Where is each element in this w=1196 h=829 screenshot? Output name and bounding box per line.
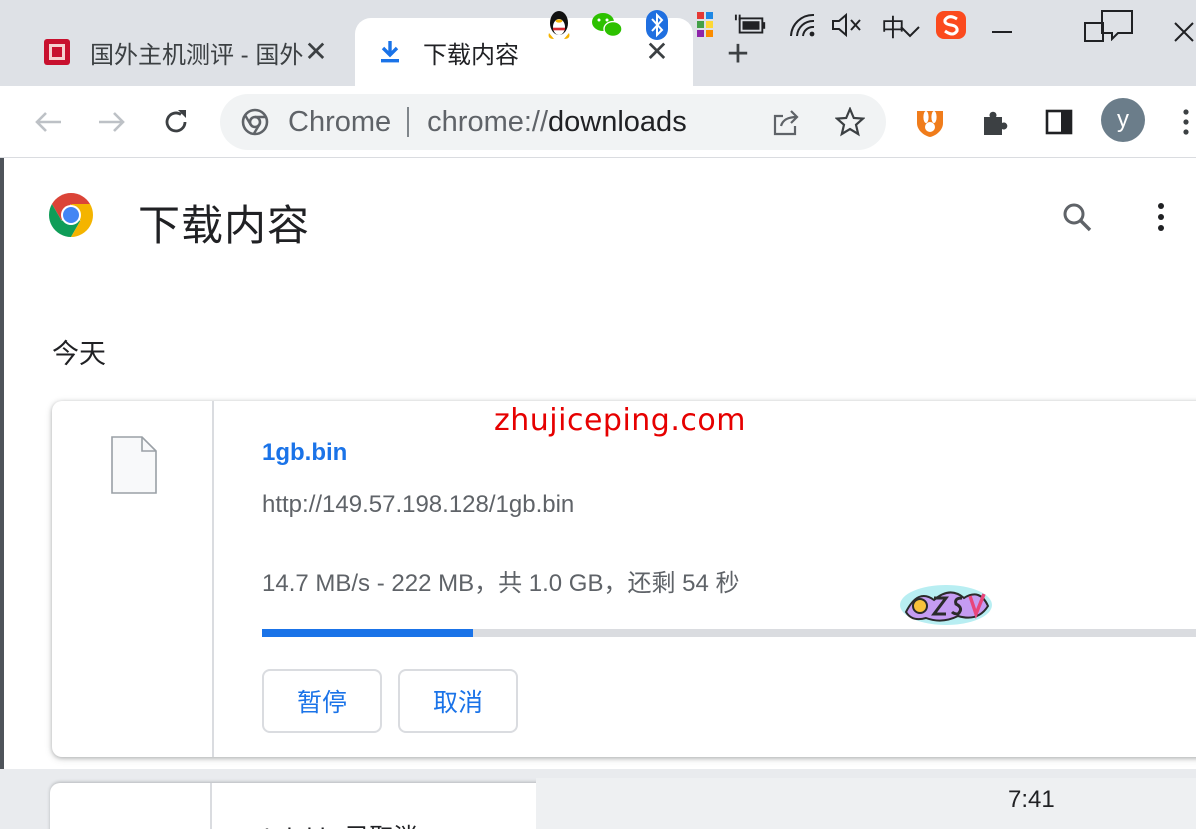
browser-toolbar: Chrome chrome://downloads <box>0 86 1196 158</box>
ime-indicator[interactable]: 中 <box>876 8 910 42</box>
address-bar[interactable]: Chrome chrome://downloads <box>220 94 886 150</box>
download-progress-fill <box>262 629 473 637</box>
url-scheme: chrome:// <box>427 105 549 138</box>
more-vertical-icon[interactable] <box>1146 196 1176 238</box>
share-icon[interactable] <box>770 106 802 138</box>
download-progress-bar <box>262 629 1196 637</box>
download-icon-column <box>52 401 214 757</box>
bluetooth-icon[interactable] <box>640 8 674 42</box>
profile-avatar[interactable]: y <box>1101 98 1145 142</box>
graffiti-sticker-icon <box>898 582 994 628</box>
chrome-logo-icon <box>48 192 94 238</box>
download-item-card: 1gb.bin http://149.57.198.128/1gb.bin 14… <box>52 401 1196 757</box>
back-arrow-icon[interactable] <box>28 102 68 142</box>
taskbar-clock: 7:41 <box>1008 786 1055 813</box>
downloads-page: 下载内容 今天 1gb.bin http://149.57.198.128/1g… <box>0 158 1196 769</box>
battery-plug-icon[interactable] <box>734 8 768 42</box>
page-title: 下载内容 <box>138 202 311 249</box>
sogou-input-icon[interactable] <box>934 8 968 42</box>
omnibox-chip-label: Chrome <box>288 105 392 138</box>
pause-button[interactable]: 暂停 <box>262 669 382 733</box>
close-icon[interactable]: ✕ <box>302 38 330 66</box>
url-host: downloads <box>548 105 687 138</box>
source-url-link[interactable]: http://149.57.198.128/1gb.bin <box>262 491 574 519</box>
date-heading: 今天 <box>52 339 106 369</box>
window-close-button[interactable] <box>1164 14 1196 50</box>
download-icon-column <box>50 783 212 829</box>
qq-penguin-icon[interactable] <box>542 8 576 42</box>
chrome-icon <box>240 107 270 137</box>
download-status: 14.7 MB/s - 222 MB，共 1.0 GB，还剩 54 秒 <box>262 570 740 597</box>
search-icon[interactable] <box>1056 196 1098 238</box>
file-name-link[interactable]: 1gb.bin <box>262 439 347 467</box>
watermark-text: zhujiceping.com <box>494 403 746 438</box>
tab-zhujiceping[interactable]: 国外主机测评 - 国外 ✕ <box>22 18 352 86</box>
cancel-button[interactable]: 取消 <box>398 669 518 733</box>
wechat-icon[interactable] <box>590 8 624 42</box>
file-icon <box>110 435 158 495</box>
rabbit-extension-icon[interactable] <box>910 102 950 142</box>
system-taskbar <box>536 778 1196 829</box>
minimize-button[interactable] <box>982 14 1022 50</box>
download-icon <box>375 37 405 67</box>
bookmark-star-icon[interactable] <box>834 106 866 138</box>
omnibox-divider <box>407 107 410 137</box>
wifi-icon[interactable] <box>786 8 820 42</box>
page-header: 下载内容 <box>4 158 1196 278</box>
speaker-muted-icon[interactable] <box>830 8 864 42</box>
close-icon[interactable]: ✕ <box>643 38 671 66</box>
extensions-puzzle-icon[interactable] <box>975 102 1015 142</box>
colorful-grid-icon[interactable] <box>688 8 722 42</box>
site-favicon-icon <box>42 37 72 67</box>
url-text[interactable]: chrome://downloads <box>427 106 687 139</box>
tab-title: 国外主机测评 - 国外 <box>90 41 304 69</box>
notification-center-icon[interactable] <box>1100 8 1134 42</box>
forward-arrow-icon[interactable] <box>92 102 132 142</box>
side-panel-icon[interactable] <box>1039 102 1079 142</box>
more-vertical-icon[interactable] <box>1166 102 1196 142</box>
download-item-partial-text: 1gb.bin 已取消 <box>260 817 417 829</box>
reload-icon[interactable] <box>156 102 196 142</box>
